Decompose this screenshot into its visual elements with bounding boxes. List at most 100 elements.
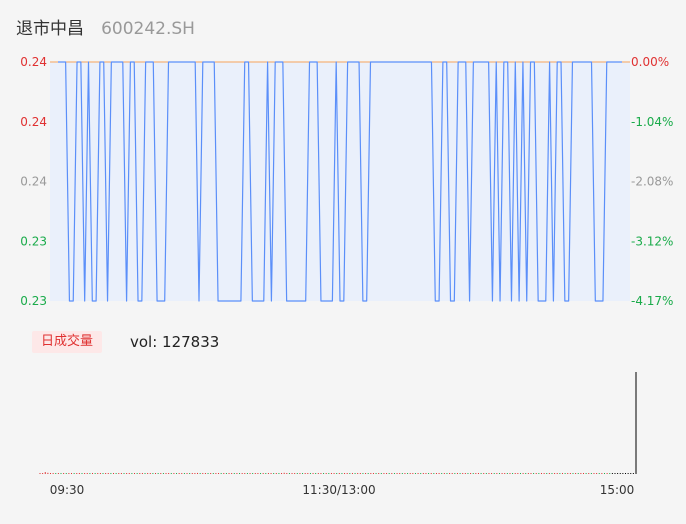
volume-bar <box>488 473 490 474</box>
volume-bar <box>412 473 414 474</box>
volume-bar <box>582 473 584 474</box>
volume-bar <box>517 473 519 474</box>
volume-bar <box>194 473 196 474</box>
volume-bar <box>309 473 311 474</box>
volume-bar <box>598 473 600 474</box>
volume-bar <box>559 473 561 474</box>
volume-bar <box>225 473 227 474</box>
volume-bar <box>139 473 141 474</box>
volume-bar <box>475 473 477 474</box>
volume-bar <box>273 473 275 474</box>
volume-bar <box>123 473 125 474</box>
volume-bar <box>527 473 529 474</box>
volume-bar <box>462 473 464 474</box>
volume-bar <box>131 473 133 474</box>
volume-bar <box>564 473 566 474</box>
volume-bar <box>590 473 592 474</box>
volume-bar <box>535 473 537 474</box>
volume-bar <box>84 473 86 474</box>
volume-bar <box>291 473 293 474</box>
volume-bar <box>386 473 388 474</box>
volume-bar <box>454 473 456 474</box>
volume-bar <box>572 473 574 474</box>
volume-bar <box>372 473 374 474</box>
volume-bar <box>409 473 411 474</box>
volume-bar <box>428 473 430 474</box>
volume-bar <box>351 473 353 474</box>
daily-volume-badge[interactable]: 日成交量 <box>32 331 103 353</box>
volume-bar <box>278 473 280 474</box>
price-tick-label: 0.24 <box>20 55 47 69</box>
volume-bar <box>396 473 398 474</box>
volume-bar <box>370 473 372 474</box>
volume-bar <box>254 473 256 474</box>
volume-bar <box>491 473 493 474</box>
volume-bar <box>50 473 51 474</box>
volume-bar <box>168 473 170 474</box>
volume-bar <box>44 472 46 474</box>
volume-bar <box>498 473 500 474</box>
volume-bar <box>246 473 248 474</box>
volume-bar <box>189 473 191 474</box>
volume-bar <box>375 473 377 474</box>
volume-bar <box>73 473 75 474</box>
volume-bar <box>265 473 267 474</box>
volume-bar <box>606 473 608 474</box>
volume-bar <box>330 473 332 474</box>
volume-bar <box>173 473 175 474</box>
volume-bar <box>580 473 582 474</box>
volume-bar <box>39 473 41 474</box>
volume-bar <box>404 473 406 474</box>
volume-bar <box>302 473 304 474</box>
volume-bar <box>338 473 340 474</box>
volume-bar <box>252 473 254 474</box>
volume-bar <box>391 473 393 474</box>
volume-bar <box>336 473 338 474</box>
volume-bar <box>493 473 495 474</box>
volume-bar <box>525 473 527 474</box>
volume-bar <box>333 473 335 474</box>
volume-bar <box>260 473 262 474</box>
volume-bar <box>514 473 516 474</box>
volume-bar <box>504 473 506 474</box>
price-tick-label: 0.23 <box>20 294 47 308</box>
volume-bar <box>71 473 73 474</box>
volume-bar <box>107 473 109 474</box>
volume-bar <box>47 472 49 474</box>
volume-bar <box>281 473 283 474</box>
time-axis-label: 15:00 <box>600 483 635 497</box>
volume-bar <box>622 473 624 474</box>
volume-bar <box>585 473 587 474</box>
percent-tick-label: -1.04% <box>631 115 673 129</box>
volume-bar <box>228 473 230 474</box>
volume-bar <box>388 473 390 474</box>
volume-bar <box>401 473 403 474</box>
volume-bar <box>543 473 545 474</box>
volume-bar <box>467 473 469 474</box>
volume-bar <box>97 473 99 474</box>
volume-bar <box>120 473 122 474</box>
volume-bar <box>533 473 535 474</box>
volume-bar <box>249 473 251 474</box>
volume-bar <box>567 473 569 474</box>
price-tick-label: 0.24 <box>20 175 47 189</box>
volume-bar <box>341 473 343 474</box>
volume-bar <box>134 473 136 474</box>
volume-bar <box>267 473 269 474</box>
volume-bar <box>304 473 306 474</box>
volume-bar <box>425 473 427 474</box>
volume-bar <box>283 472 285 474</box>
volume-bar <box>92 473 94 474</box>
volume-bar <box>554 473 556 474</box>
volume-bar <box>323 473 325 474</box>
volume-bar <box>210 473 212 474</box>
volume-bar <box>275 473 277 474</box>
volume-bar <box>393 473 395 474</box>
volume-bar <box>349 473 351 474</box>
volume-bar <box>315 473 317 474</box>
volume-bar <box>183 473 185 474</box>
volume-bar <box>136 473 138 474</box>
volume-bar <box>449 473 451 474</box>
volume-bar <box>99 473 101 474</box>
volume-bar <box>162 473 164 474</box>
